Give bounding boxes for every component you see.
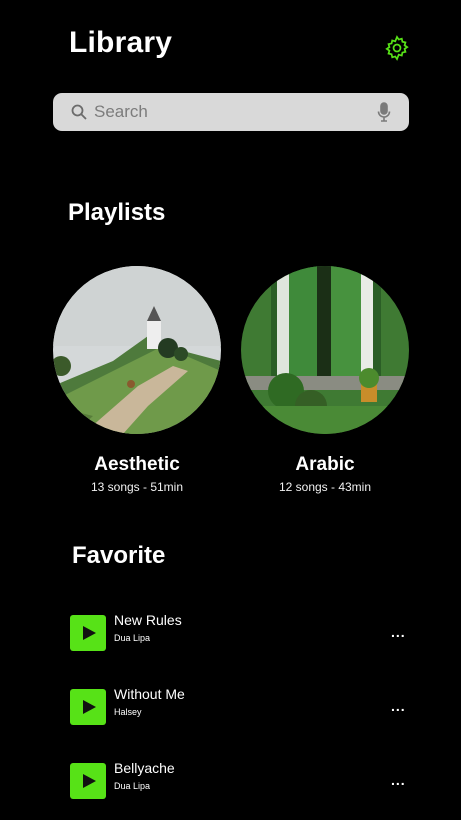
playlists-heading: Playlists xyxy=(68,199,166,226)
playlist-card-arabic[interactable]: Arabic 12 songs - 43min xyxy=(241,266,409,494)
playlist-name: Aesthetic xyxy=(94,454,180,475)
list-item[interactable]: Bellyache Dua Lipa ... xyxy=(70,760,415,801)
page-title: Library xyxy=(69,26,173,59)
song-artist: Dua Lipa xyxy=(114,633,151,643)
play-button[interactable] xyxy=(70,763,106,799)
playlist-name: Arabic xyxy=(295,454,355,475)
playlist-meta: 12 songs - 43min xyxy=(278,480,372,494)
song-artist: Halsey xyxy=(114,707,142,717)
search-input[interactable] xyxy=(94,99,374,125)
song-title: New Rules xyxy=(114,612,182,628)
more-options-icon[interactable]: ... xyxy=(391,698,406,714)
playlist-card-aesthetic[interactable]: Aesthetic 13 songs - 51min xyxy=(53,266,221,494)
list-item[interactable]: New Rules Dua Lipa ... xyxy=(70,612,415,653)
playlist-meta: 13 songs - 51min xyxy=(90,480,184,494)
song-artist: Dua Lipa xyxy=(114,781,151,791)
more-options-icon[interactable]: ... xyxy=(391,624,406,640)
play-button[interactable] xyxy=(70,615,106,651)
playlist-cover-aesthetic xyxy=(53,266,221,434)
search-icon xyxy=(71,104,87,120)
favorite-heading: Favorite xyxy=(72,542,166,569)
microphone-icon[interactable] xyxy=(377,102,391,122)
playlist-cover-arabic xyxy=(241,266,409,434)
search-bar xyxy=(53,93,409,131)
play-button[interactable] xyxy=(70,689,106,725)
more-options-icon[interactable]: ... xyxy=(391,772,406,788)
song-title: Without Me xyxy=(114,686,185,702)
gear-icon[interactable] xyxy=(384,35,410,61)
song-title: Bellyache xyxy=(114,760,175,776)
list-item[interactable]: Without Me Halsey ... xyxy=(70,686,415,727)
